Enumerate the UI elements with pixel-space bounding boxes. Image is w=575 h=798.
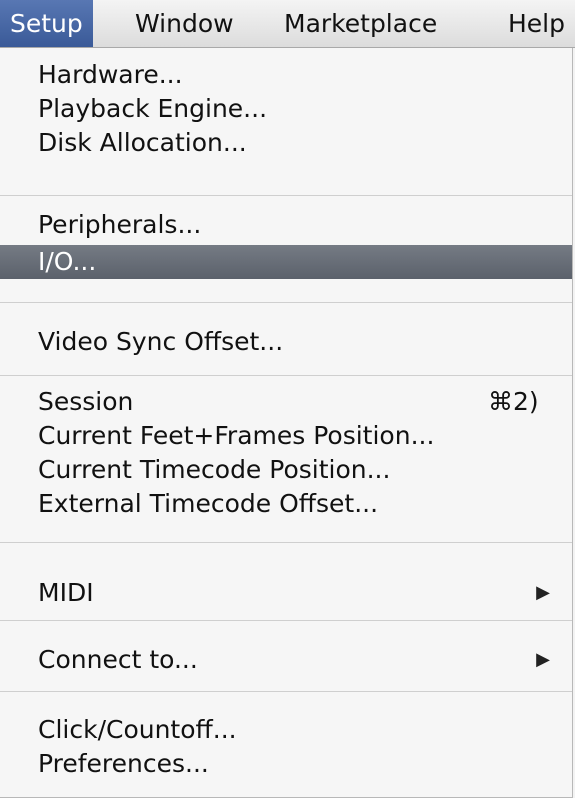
menu-item-midi[interactable]: MIDI ▶ [0,576,572,610]
menu-item-label: Preferences... [38,749,209,778]
menu-item-current-timecode[interactable]: Current Timecode Position... [0,453,572,487]
menu-item-label: Click/Countoff... [38,715,237,744]
menu-item-label: Playback Engine... [38,94,268,123]
menu-separator [0,620,572,621]
menu-item-label: Current Timecode Position... [38,455,391,484]
menu-item-peripherals[interactable]: Peripherals... [0,208,572,242]
submenu-arrow-icon: ▶ [536,649,550,670]
menu-item-disk-allocation[interactable]: Disk Allocation... [0,126,572,160]
session-shortcut: ⌘2) [488,387,539,416]
menu-item-label: Peripherals... [38,210,202,239]
menu-separator [0,691,572,692]
menu-item-current-feet-frames[interactable]: Current Feet+Frames Position... [0,419,572,453]
menu-bar: Setup Window Marketplace Help [0,0,575,48]
menubar-help[interactable]: Help [498,0,575,47]
menu-item-external-timecode-offset[interactable]: External Timecode Offset... [0,487,572,521]
menu-item-preferences[interactable]: Preferences... [0,747,572,781]
menu-separator [0,542,572,543]
setup-menu: Hardware... Playback Engine... Disk Allo… [0,48,573,798]
menu-separator [0,375,572,376]
menubar-setup[interactable]: Setup [0,0,93,47]
menu-item-label: MIDI [38,578,94,607]
menu-item-io[interactable]: I/O... [0,245,572,279]
menubar-marketplace[interactable]: Marketplace [274,0,447,47]
menu-separator [0,195,572,196]
menu-item-label: Hardware... [38,60,183,89]
menu-item-label: I/O... [38,247,97,276]
menu-item-playback-engine[interactable]: Playback Engine... [0,92,572,126]
menu-item-label: Disk Allocation... [38,128,247,157]
menu-item-label: Video Sync Offset... [38,327,284,356]
menu-item-connect-to[interactable]: Connect to... ▶ [0,643,572,677]
menu-item-click-countoff[interactable]: Click/Countoff... [0,713,572,747]
submenu-arrow-icon: ▶ [536,582,550,603]
menu-item-session[interactable]: Session ⌘2) [0,385,572,419]
menu-item-label: Session [38,387,134,416]
menu-item-hardware[interactable]: Hardware... [0,58,572,92]
menubar-window[interactable]: Window [125,0,244,47]
menu-separator [0,302,572,303]
menu-item-label: Connect to... [38,645,198,674]
menu-item-label: Current Feet+Frames Position... [38,421,435,450]
menu-item-label: External Timecode Offset... [38,489,379,518]
menu-item-video-sync-offset[interactable]: Video Sync Offset... [0,325,572,359]
